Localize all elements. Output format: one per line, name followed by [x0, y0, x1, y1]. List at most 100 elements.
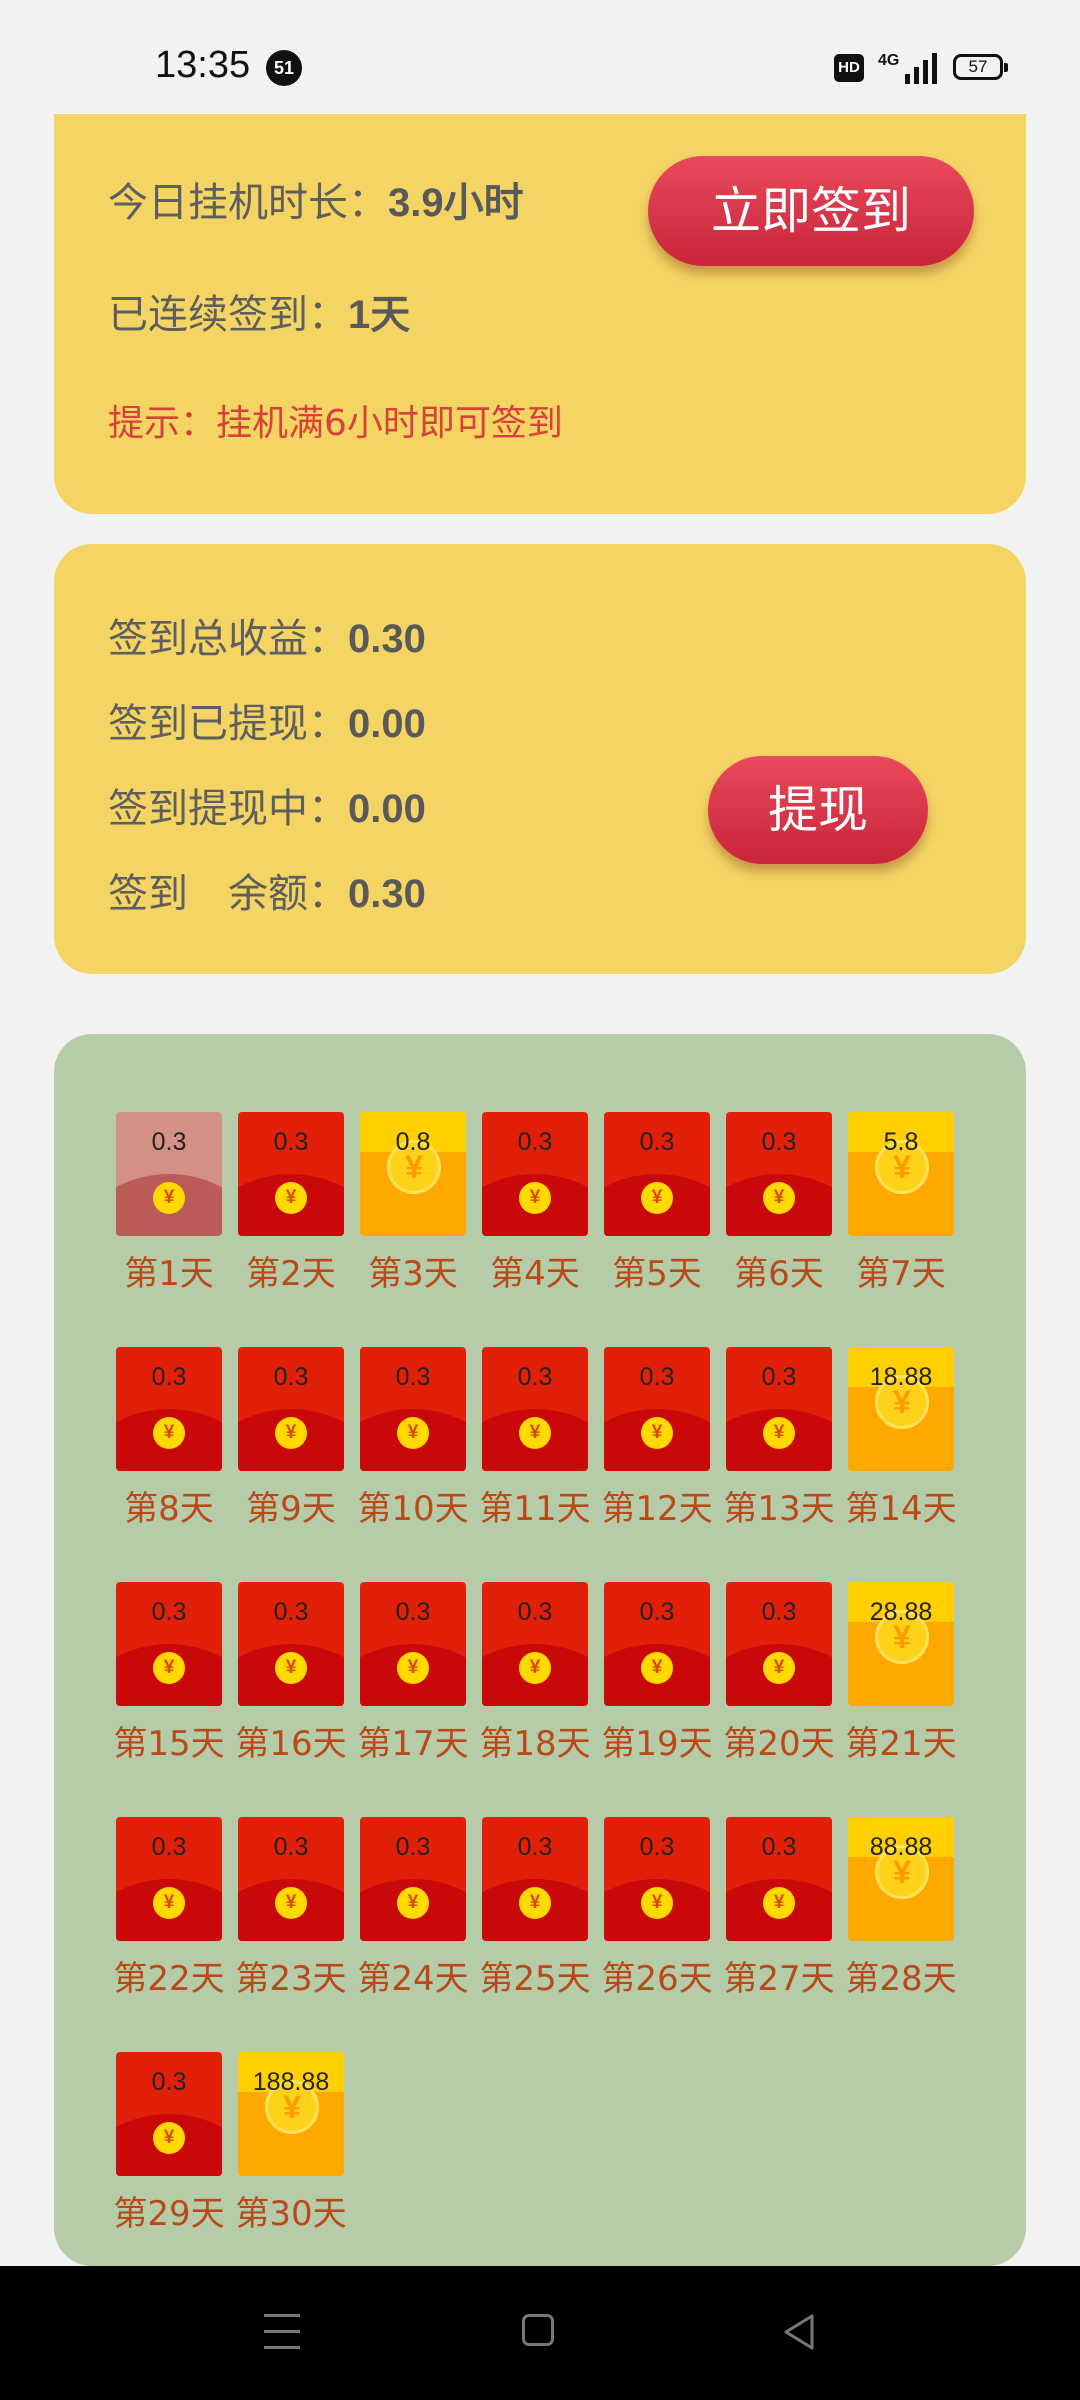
red-packet[interactable]: ¥0.3 [116, 1347, 222, 1471]
packet-cell[interactable]: ¥0.3 第2天 [238, 1112, 344, 1294]
packet-cell[interactable]: ¥0.3 第19天 [601, 1582, 713, 1764]
packet-cell[interactable]: ¥0.3 第17天 [357, 1582, 469, 1764]
packet-cell[interactable]: ¥0.3 第6天 [726, 1112, 832, 1294]
packet-cell[interactable]: ¥0.3 第11天 [479, 1347, 591, 1529]
coin-icon: ¥ [519, 1182, 551, 1214]
packet-cell[interactable]: ¥28.88 第21天 [845, 1582, 957, 1764]
menu-icon[interactable] [264, 2314, 300, 2350]
coin-icon: ¥ [519, 1652, 551, 1684]
packet-day-label: 第7天 [856, 1254, 946, 1294]
coin-icon: ¥ [397, 1417, 429, 1449]
red-packet[interactable]: ¥18.88 [848, 1347, 954, 1471]
red-packet[interactable]: ¥0.3 [726, 1582, 832, 1706]
back-icon[interactable] [780, 2312, 818, 2352]
red-packet[interactable]: ¥188.88 [238, 2052, 344, 2176]
red-packet[interactable]: ¥0.3 [482, 1582, 588, 1706]
total-earnings-label: 签到总收益： [108, 616, 348, 662]
packet-cell[interactable]: ¥18.88 第14天 [845, 1347, 957, 1529]
coin-icon: ¥ [519, 1417, 551, 1449]
packet-amount: 0.3 [151, 2068, 187, 2096]
withdrawn-value: 0.00 [348, 702, 426, 746]
coin-icon: ¥ [763, 1417, 795, 1449]
pending-withdraw-value: 0.00 [348, 787, 426, 831]
packet-amount: 0.3 [151, 1128, 187, 1156]
packet-cell[interactable]: ¥0.3 第8天 [116, 1347, 222, 1529]
packet-cell[interactable]: ¥0.3 第10天 [357, 1347, 469, 1529]
red-packet[interactable]: ¥0.3 [482, 1347, 588, 1471]
red-packet[interactable]: ¥0.3 [726, 1817, 832, 1941]
red-packet[interactable]: ¥0.3 [360, 1817, 466, 1941]
packet-cell[interactable]: ¥0.3 第20天 [723, 1582, 835, 1764]
packet-cell[interactable]: ¥188.88 第30天 [235, 2052, 347, 2234]
total-earnings-value: 0.30 [348, 617, 426, 661]
red-packet[interactable]: ¥0.3 [604, 1112, 710, 1236]
packet-cell[interactable]: ¥0.3 第24天 [357, 1817, 469, 1999]
packet-cell[interactable]: ¥88.88 第28天 [845, 1817, 957, 1999]
red-packet[interactable]: ¥0.3 [238, 1582, 344, 1706]
packet-amount: 0.3 [517, 1598, 553, 1626]
red-packet[interactable]: ¥88.88 [848, 1817, 954, 1941]
packet-cell[interactable]: ¥0.3 第25天 [479, 1817, 591, 1999]
coin-icon: ¥ [153, 1652, 185, 1684]
packet-cell[interactable]: ¥0.3 第4天 [482, 1112, 588, 1294]
red-packet[interactable]: ¥0.3 [360, 1582, 466, 1706]
packet-amount: 0.3 [517, 1128, 553, 1156]
red-packet[interactable]: ¥5.8 [848, 1112, 954, 1236]
coin-icon: ¥ [763, 1887, 795, 1919]
status-bar: 13:35 51 HD 4G 57 [0, 0, 1080, 114]
balance-label: 签到 余额： [108, 871, 348, 917]
coin-icon: ¥ [275, 1652, 307, 1684]
red-packet[interactable]: ¥0.3 [116, 2052, 222, 2176]
balance-row: 签到 余额：0.30 [108, 861, 426, 919]
packet-amount: 188.88 [252, 2068, 330, 2096]
packet-cell[interactable]: ¥0.3 第13天 [723, 1347, 835, 1529]
red-packet[interactable]: ¥0.3 [238, 1817, 344, 1941]
red-packet[interactable]: ¥0.3 [604, 1582, 710, 1706]
packet-cell[interactable]: ¥0.3 第9天 [238, 1347, 344, 1529]
red-packet[interactable]: ¥0.3 [116, 1112, 222, 1236]
packet-cell[interactable]: ¥0.3 第12天 [601, 1347, 713, 1529]
coin-icon: ¥ [153, 1182, 185, 1214]
red-packet[interactable]: ¥0.3 [360, 1347, 466, 1471]
red-packet[interactable]: ¥0.3 [604, 1817, 710, 1941]
hd-voice-icon: HD [834, 54, 864, 82]
red-packet[interactable]: ¥0.3 [238, 1112, 344, 1236]
packet-amount: 0.3 [517, 1363, 553, 1391]
red-packet[interactable]: ¥0.3 [482, 1817, 588, 1941]
red-packet[interactable]: ¥0.3 [482, 1112, 588, 1236]
hangup-hours-value: 3.9小时 [388, 181, 524, 225]
withdraw-button[interactable]: 提现 [708, 756, 928, 864]
packet-cell[interactable]: ¥0.3 第16天 [235, 1582, 347, 1764]
packet-cell[interactable]: ¥0.3 第18天 [479, 1582, 591, 1764]
packet-cell[interactable]: ¥0.8 第3天 [360, 1112, 466, 1294]
hangup-hours-label: 今日挂机时长： [108, 180, 388, 226]
packet-cell[interactable]: ¥0.3 第1天 [116, 1112, 222, 1294]
red-packet[interactable]: ¥0.8 [360, 1112, 466, 1236]
red-packet[interactable]: ¥0.3 [726, 1347, 832, 1471]
coin-icon: ¥ [153, 1887, 185, 1919]
packet-cell[interactable]: ¥0.3 第22天 [113, 1817, 225, 1999]
packet-cell[interactable]: ¥0.3 第26天 [601, 1817, 713, 1999]
packet-amount: 0.3 [151, 1833, 187, 1861]
packet-cell[interactable]: ¥5.8 第7天 [848, 1112, 954, 1294]
coin-icon: ¥ [641, 1652, 673, 1684]
home-icon[interactable] [522, 2314, 554, 2346]
packet-cell[interactable]: ¥0.3 第23天 [235, 1817, 347, 1999]
packet-cell[interactable]: ¥0.3 第29天 [113, 2052, 225, 2234]
signal-icon [905, 52, 939, 84]
red-packet[interactable]: ¥0.3 [116, 1582, 222, 1706]
packet-amount: 0.3 [639, 1363, 675, 1391]
red-packet[interactable]: ¥0.3 [726, 1112, 832, 1236]
packet-amount: 0.3 [151, 1363, 187, 1391]
packet-cell[interactable]: ¥0.3 第5天 [604, 1112, 710, 1294]
red-packet[interactable]: ¥0.3 [116, 1817, 222, 1941]
checkin-button[interactable]: 立即签到 [648, 156, 974, 266]
red-packet[interactable]: ¥28.88 [848, 1582, 954, 1706]
red-packet[interactable]: ¥0.3 [604, 1347, 710, 1471]
packet-cell[interactable]: ¥0.3 第27天 [723, 1817, 835, 1999]
packet-cell[interactable]: ¥0.3 第15天 [113, 1582, 225, 1764]
coin-icon: ¥ [641, 1887, 673, 1919]
coin-icon: ¥ [519, 1887, 551, 1919]
red-packet-calendar: ¥0.3 第1天 ¥0.3 第2天 ¥0.8 第3天 ¥0.3 第4天 ¥0.3 第5天 ¥0.3 第… [54, 1034, 1026, 2266]
red-packet[interactable]: ¥0.3 [238, 1347, 344, 1471]
